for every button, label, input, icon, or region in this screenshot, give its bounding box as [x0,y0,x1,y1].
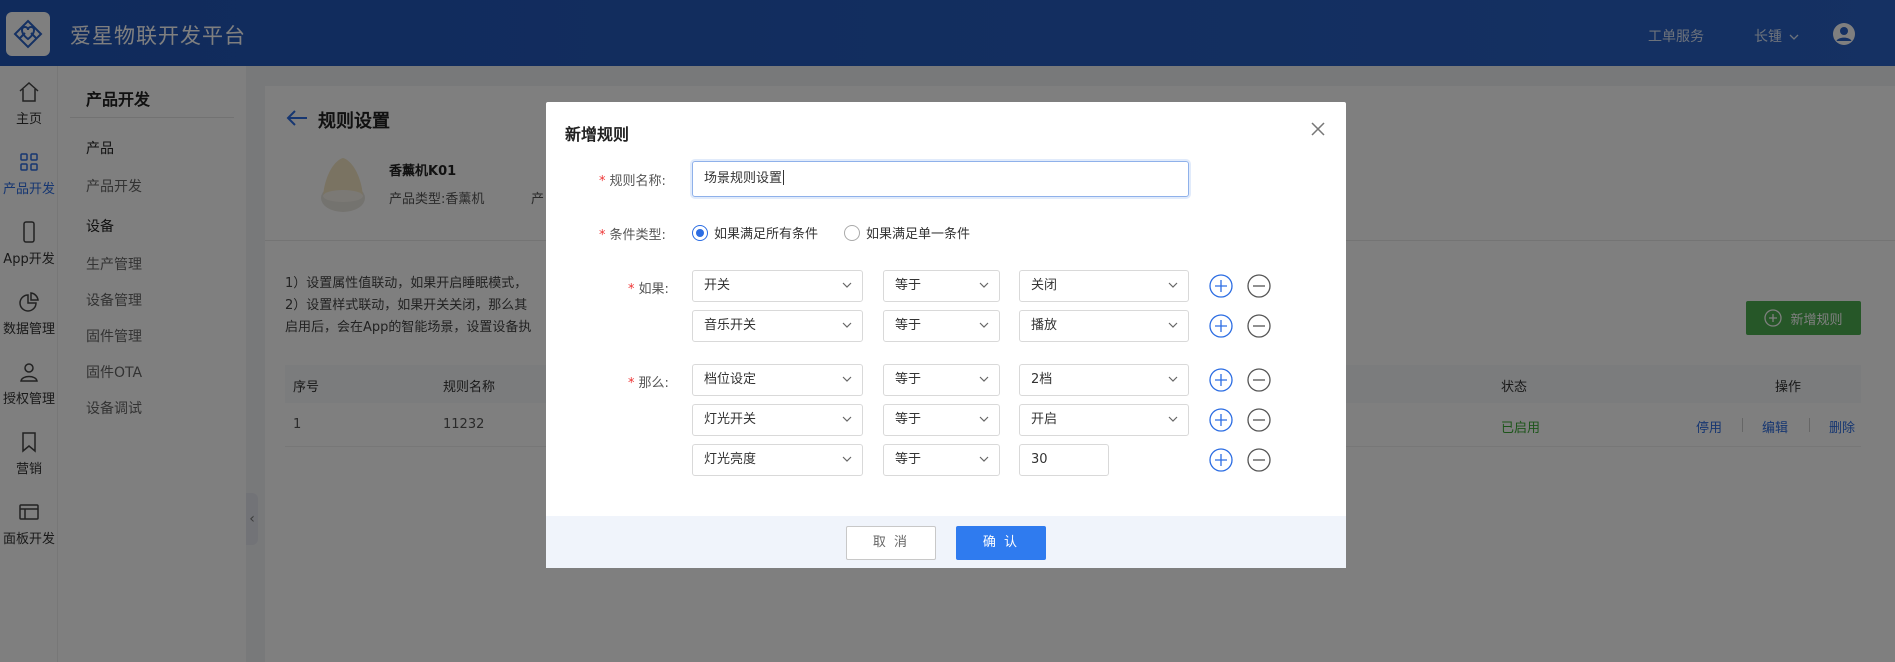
remove-row-icon[interactable] [1247,368,1271,392]
then-label: * 那么: [628,376,669,391]
rule-name-input[interactable]: 场景规则设置 [692,161,1189,197]
chevron-down-icon [979,376,989,382]
then-row-1-value-select[interactable]: 2档 [1019,364,1189,396]
if-row-2-value-select[interactable]: 播放 [1019,310,1189,342]
remove-row-icon[interactable] [1247,448,1271,472]
if-row-2-operator-select[interactable]: 等于 [883,310,1000,342]
radio-any-condition[interactable]: 如果满足单一条件 [844,223,970,242]
condition-type-label: * 条件类型: [599,228,666,243]
chevron-down-icon [979,322,989,328]
add-row-icon[interactable] [1209,408,1233,432]
if-row-1-property-select[interactable]: 开关 [692,270,863,302]
then-row-1-operator-select[interactable]: 等于 [883,364,1000,396]
add-row-icon[interactable] [1209,314,1233,338]
if-label: * 如果: [628,282,669,297]
cancel-button[interactable]: 取 消 [846,526,936,560]
chevron-down-icon [979,456,989,462]
then-row-3-operator-select[interactable]: 等于 [883,444,1000,476]
then-row-2-value-select[interactable]: 开启 [1019,404,1189,436]
remove-row-icon[interactable] [1247,274,1271,298]
chevron-down-icon [842,456,852,462]
new-rule-dialog: 新增规则 * 规则名称: 场景规则设置 * 条件类型: 如果满足所有条件 如果满足单… [546,102,1346,568]
if-row-1-operator-select[interactable]: 等于 [883,270,1000,302]
chevron-down-icon [1168,282,1178,288]
rule-name-label: * 规则名称: [599,174,666,189]
dialog-footer [546,516,1346,568]
chevron-down-icon [979,282,989,288]
if-row-2-property-select[interactable]: 音乐开关 [692,310,863,342]
confirm-button[interactable]: 确 认 [956,526,1046,560]
chevron-down-icon [842,322,852,328]
then-row-3-property-select[interactable]: 灯光亮度 [692,444,863,476]
then-row-2-property-select[interactable]: 灯光开关 [692,404,863,436]
then-row-1-property-select[interactable]: 档位设定 [692,364,863,396]
chevron-down-icon [842,282,852,288]
radio-unchecked [844,224,860,241]
chevron-down-icon [842,376,852,382]
rule-name-value: 场景规则设置 [704,171,783,186]
remove-row-icon[interactable] [1247,408,1271,432]
close-icon[interactable] [1309,120,1327,138]
dialog-title: 新增规则 [565,125,630,144]
if-row-1-value-select[interactable]: 关闭 [1019,270,1189,302]
radio-all-conditions[interactable]: 如果满足所有条件 [692,223,818,242]
remove-row-icon[interactable] [1247,314,1271,338]
chevron-down-icon [1168,376,1178,382]
radio-all-label: 如果满足所有条件 [714,227,819,242]
then-row-3-value-input[interactable]: 30 [1019,444,1109,476]
chevron-down-icon [979,416,989,422]
add-row-icon[interactable] [1209,274,1233,298]
radio-checked [692,224,708,241]
chevron-down-icon [842,416,852,422]
add-row-icon[interactable] [1209,448,1233,472]
radio-any-label: 如果满足单一条件 [866,227,971,242]
chevron-down-icon [1168,416,1178,422]
chevron-down-icon [1168,322,1178,328]
then-row-2-operator-select[interactable]: 等于 [883,404,1000,436]
add-row-icon[interactable] [1209,368,1233,392]
